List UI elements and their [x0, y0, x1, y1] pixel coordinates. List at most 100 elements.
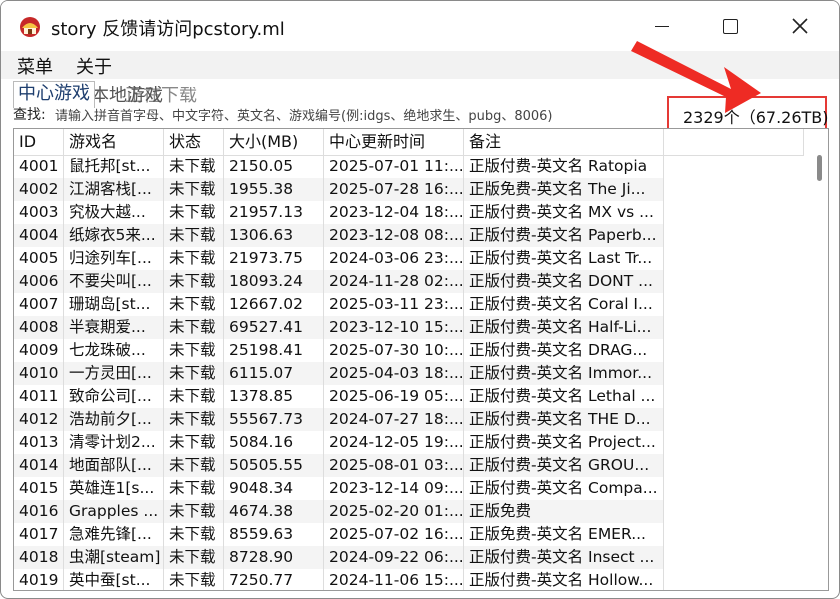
cell-size: 4674.38 [224, 500, 324, 523]
table-row[interactable]: 4008 半衰期爱... 未下载 69527.41 2023-12-10 15:... 正… [14, 316, 664, 339]
table-row[interactable]: 4012 浩劫前夕[... 未下载 55567.73 2024-07-27 18:...… [14, 408, 664, 431]
column-header-size[interactable]: 大小(MB) [224, 129, 324, 155]
cell-size: 1378.85 [224, 385, 324, 408]
column-header-update-time[interactable]: 中心更新时间 [324, 129, 464, 155]
cell-id: 4001 [14, 155, 64, 178]
cell-status: 未下载 [164, 362, 224, 385]
cell-update-time: 2023-12-04 18:... [324, 201, 464, 224]
title-bar[interactable]: story 反馈请访问pcstory.ml [1, 1, 839, 51]
table-row[interactable]: 4011 致命公司[... 未下载 1378.85 2025-06-19 05:... 正… [14, 385, 664, 408]
tab-bar: 正在下载 本地游戏 中心游戏 [13, 81, 513, 108]
scrollbar-thumb[interactable] [817, 155, 822, 181]
table-row[interactable]: 4002 江湖客栈[... 未下载 1955.38 2025-07-28 16:... 正… [14, 178, 664, 201]
cell-status: 未下载 [164, 293, 224, 316]
cell-update-time: 2023-12-08 08:... [324, 224, 464, 247]
table-row[interactable]: 4017 急难先锋[... 未下载 8559.63 2025-07-02 16:... 正… [14, 523, 664, 546]
cell-status: 未下载 [164, 431, 224, 454]
menu-item-about[interactable]: 关于 [76, 53, 112, 79]
table-row[interactable]: 4019 英中蚕[st... 未下载 7250.77 2024-11-06 15:...… [14, 569, 664, 590]
cell-notes: 正版付费-英文名 Project... [464, 431, 664, 454]
cell-status: 未下载 [164, 224, 224, 247]
close-button[interactable] [765, 1, 835, 51]
cell-game-name: 清零计划2... [64, 431, 164, 454]
cell-update-time: 2024-12-05 19:... [324, 431, 464, 454]
cell-update-time: 2025-08-01 03:... [324, 454, 464, 477]
column-header-name[interactable]: 游戏名 [64, 129, 164, 155]
cell-game-name: 归途列车[... [64, 247, 164, 270]
cell-status: 未下载 [164, 247, 224, 270]
cell-id: 4006 [14, 270, 64, 293]
cell-id: 4003 [14, 201, 64, 224]
cell-notes: 正版付费-英文名 Immor... [464, 362, 664, 385]
cell-notes: 正版付费-英文名 Ratopia [464, 155, 664, 178]
cell-status: 未下载 [164, 477, 224, 500]
minimize-button[interactable] [627, 1, 697, 51]
cell-status: 未下载 [164, 316, 224, 339]
column-header-status[interactable]: 状态 [164, 129, 224, 155]
menu-item-menu[interactable]: 菜单 [17, 53, 53, 79]
cell-game-name: 究极大越... [64, 201, 164, 224]
menu-bar: 菜单 关于 [1, 51, 839, 79]
maximize-button[interactable] [695, 1, 765, 51]
cell-game-name: 浩劫前夕[... [64, 408, 164, 431]
table-row[interactable]: 4009 七龙珠破... 未下载 25198.41 2025-07-30 10:... 正… [14, 339, 664, 362]
search-input[interactable] [55, 107, 663, 123]
cell-size: 21957.13 [224, 201, 324, 224]
table-row[interactable]: 4015 英雄连1[s... 未下载 9048.34 2023-12-14 09:...… [14, 477, 664, 500]
cell-game-name: 地面部队[... [64, 454, 164, 477]
table-row[interactable]: 4010 一方灵田[... 未下载 6115.07 2025-04-03 18:... 正… [14, 362, 664, 385]
cell-notes: 正版付费-英文名 DRAG... [464, 339, 664, 362]
column-header-notes[interactable]: 备注 [464, 129, 664, 155]
cell-game-name: 一方灵田[... [64, 362, 164, 385]
table-row[interactable]: 4003 究极大越... 未下载 21957.13 2023-12-04 18:... 正… [14, 201, 664, 224]
window-title: story 反馈请访问pcstory.ml [51, 19, 285, 40]
cell-id: 4019 [14, 569, 64, 590]
cell-id: 4013 [14, 431, 64, 454]
cell-id: 4007 [14, 293, 64, 316]
table-row[interactable]: 4004 纸嫁衣5来... 未下载 1306.63 2023-12-08 08:... 正… [14, 224, 664, 247]
app-logo-icon [20, 17, 40, 37]
cell-update-time: 2025-02-20 01:... [324, 500, 464, 523]
cell-game-name: 急难先锋[... [64, 523, 164, 546]
cell-size: 2150.05 [224, 155, 324, 178]
table-row[interactable]: 4006 不要尖叫[... 未下载 18093.24 2024-11-28 02:...… [14, 270, 664, 293]
cell-status: 未下载 [164, 155, 224, 178]
cell-size: 55567.73 [224, 408, 324, 431]
cell-update-time: 2024-07-27 18:... [324, 408, 464, 431]
column-header-extra[interactable] [664, 129, 804, 155]
cell-id: 4018 [14, 546, 64, 569]
cell-update-time: 2025-07-28 16:... [324, 178, 464, 201]
cell-size: 5084.16 [224, 431, 324, 454]
tab-local-games[interactable]: 本地游戏 [91, 86, 175, 105]
table-row[interactable]: 4018 虫潮[steam] 未下载 8728.90 2024-09-22 06:...… [14, 546, 664, 569]
cell-size: 6115.07 [224, 362, 324, 385]
cell-id: 4004 [14, 224, 64, 247]
cell-notes: 正版付费-英文名 DONT ... [464, 270, 664, 293]
table-row[interactable]: 4005 归途列车[... 未下载 21973.75 2024-03-06 23:...… [14, 247, 664, 270]
cell-game-name: 鼠托邦[st... [64, 155, 164, 178]
cell-id: 4016 [14, 500, 64, 523]
cell-game-name: 致命公司[... [64, 385, 164, 408]
table-row[interactable]: 4013 清零计划2... 未下载 5084.16 2024-12-05 19:... 正… [14, 431, 664, 454]
tab-center-games[interactable]: 中心游戏 [13, 81, 95, 108]
cell-id: 4009 [14, 339, 64, 362]
vertical-scrollbar[interactable] [810, 155, 828, 590]
cell-id: 4010 [14, 362, 64, 385]
table-row[interactable]: 4007 珊瑚岛[st... 未下载 12667.02 2025-03-11 23:..… [14, 293, 664, 316]
game-table: ID 游戏名 状态 大小(MB) 中心更新时间 备注 4001 鼠托邦[st...… [13, 128, 829, 591]
cell-status: 未下载 [164, 270, 224, 293]
cell-size: 1306.63 [224, 224, 324, 247]
table-row[interactable]: 4001 鼠托邦[st... 未下载 2150.05 2025-07-01 11:...… [14, 155, 664, 178]
column-header-id[interactable]: ID [14, 129, 64, 155]
table-row[interactable]: 4016 Grapples ... 未下载 4674.38 2025-02-20 01:… [14, 500, 664, 523]
cell-id: 4015 [14, 477, 64, 500]
cell-update-time: 2025-07-30 10:... [324, 339, 464, 362]
maximize-icon [722, 18, 738, 34]
table-row[interactable]: 4014 地面部队[... 未下载 50505.55 2025-08-01 03:...… [14, 454, 664, 477]
cell-update-time: 2025-07-02 16:... [324, 523, 464, 546]
cell-update-time: 2025-06-19 05:... [324, 385, 464, 408]
cell-size: 12667.02 [224, 293, 324, 316]
cell-status: 未下载 [164, 500, 224, 523]
cell-size: 8559.63 [224, 523, 324, 546]
cell-game-name: 虫潮[steam] [64, 546, 164, 569]
